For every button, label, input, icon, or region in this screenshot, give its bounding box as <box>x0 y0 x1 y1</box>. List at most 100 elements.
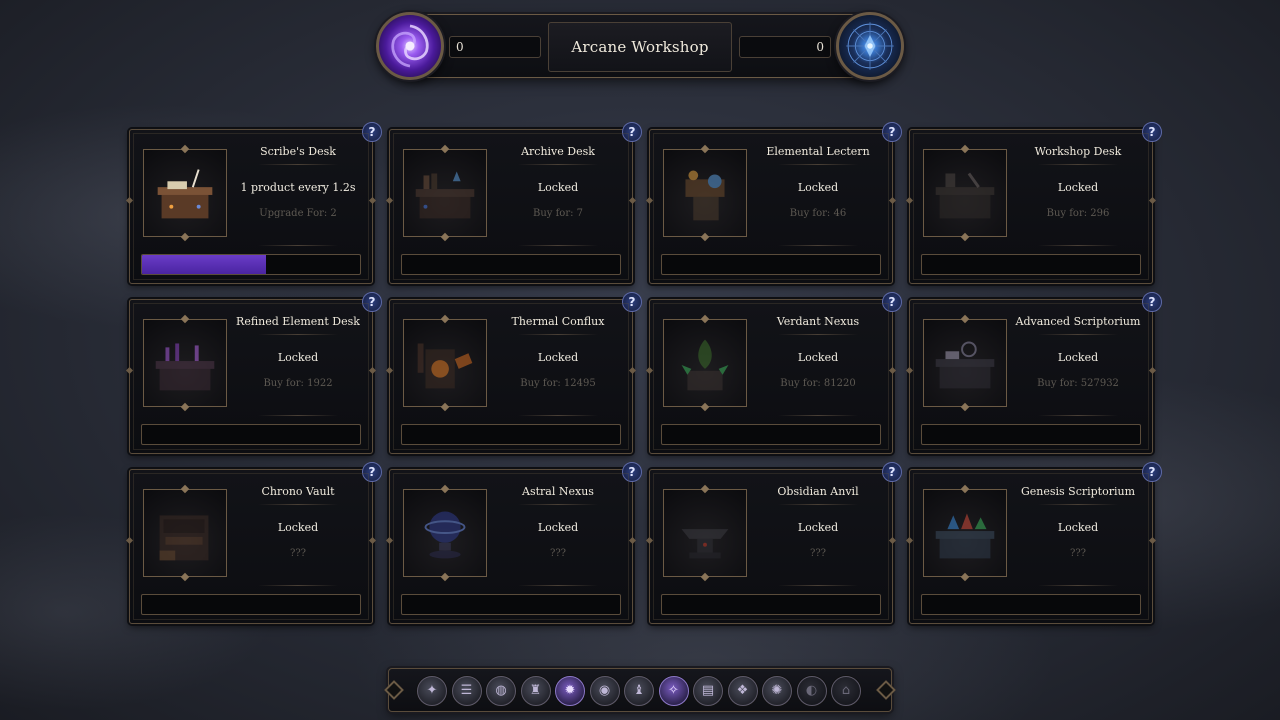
crystal-icon[interactable]: ✦ <box>417 676 447 706</box>
workstation-card[interactable]: Obsidian Anvil Locked???? <box>645 462 902 624</box>
card-title: Elemental Lectern <box>766 145 870 158</box>
frame-ornament <box>628 366 637 375</box>
left-resource-counter: 0 <box>449 36 541 58</box>
card-status: Locked <box>537 181 579 194</box>
divider <box>518 245 598 246</box>
divider <box>258 245 338 246</box>
divider <box>518 504 598 505</box>
progress-bar <box>141 424 361 445</box>
workstation-card[interactable]: Chrono Vault Locked???? <box>125 462 382 624</box>
moon-icon[interactable]: ◐ <box>796 676 827 706</box>
workstation-card[interactable]: Refined Element Desk Locked Buy for: 1922? <box>125 292 382 454</box>
progress-fill <box>142 255 267 274</box>
card-price: ??? <box>549 548 567 559</box>
nav-end-ornament <box>384 680 404 700</box>
frame-ornament <box>125 366 134 375</box>
help-icon[interactable]: ? <box>622 292 642 312</box>
card-title: Archive Desk <box>521 145 595 158</box>
elemental-lectern-icon <box>663 144 747 242</box>
card-title: Genesis Scriptorium <box>1020 485 1136 498</box>
verdant-nexus-icon <box>663 314 747 412</box>
frame-ornament <box>645 536 654 545</box>
workstation-card[interactable]: Advanced Scriptorium Locked Buy for: 52793… <box>905 292 1162 454</box>
card-status: Locked <box>797 181 839 194</box>
help-icon[interactable]: ? <box>622 122 642 142</box>
help-icon[interactable]: ? <box>1142 462 1162 482</box>
help-icon[interactable]: ? <box>882 462 902 482</box>
workstation-card[interactable]: Astral Nexus Locked???? <box>385 462 642 624</box>
divider <box>1038 415 1118 416</box>
frame-ornament <box>905 366 914 375</box>
tower-icon[interactable]: ♜ <box>520 676 551 706</box>
card-title: Chrono Vault <box>261 485 335 498</box>
workstation-card[interactable]: Archive Desk Locked Buy for: 7? <box>385 122 642 284</box>
compass-icon[interactable]: ✺ <box>762 676 792 706</box>
divider <box>258 334 338 335</box>
scroll-icon[interactable]: ☰ <box>451 676 482 706</box>
card-title: Workshop Desk <box>1034 145 1122 158</box>
divider <box>518 164 598 165</box>
spire-icon[interactable]: ♝ <box>624 676 654 706</box>
help-icon[interactable]: ? <box>882 292 902 312</box>
eye-icon[interactable]: ◉ <box>589 676 620 706</box>
flame-icon[interactable]: ✹ <box>555 676 585 706</box>
card-title: Verdant Nexus <box>776 315 860 328</box>
help-icon[interactable]: ? <box>362 122 382 142</box>
star-icon[interactable]: ✧ <box>658 676 689 706</box>
divider <box>778 504 858 505</box>
workshop-desk-icon <box>923 144 1007 242</box>
refined-element-desk-icon <box>143 314 227 412</box>
frame-ornament <box>905 196 914 205</box>
workstation-card[interactable]: Scribe's Desk 1 product every 1.2s Upgrade… <box>125 122 382 284</box>
frame-ornament <box>1148 366 1157 375</box>
card-status: Locked <box>277 351 319 364</box>
frame-ornament <box>368 366 377 375</box>
workstation-card[interactable]: Verdant Nexus Locked Buy for: 81220? <box>645 292 902 454</box>
card-status: Locked <box>537 521 579 534</box>
progress-bar <box>401 254 621 275</box>
obsidian-anvil-icon <box>663 484 747 582</box>
help-icon[interactable]: ? <box>362 292 382 312</box>
frame-ornament <box>1148 536 1157 545</box>
workstation-card[interactable]: Workshop Desk Locked Buy for: 296? <box>905 122 1162 284</box>
workstation-card[interactable]: Thermal Conflux Locked Buy for: 12495? <box>385 292 642 454</box>
workstation-card[interactable]: Elemental Lectern Locked Buy for: 46? <box>645 122 902 284</box>
card-price: Buy for: 527932 <box>1037 378 1119 389</box>
help-icon[interactable]: ? <box>1142 292 1162 312</box>
frame-ornament <box>888 536 897 545</box>
card-price: Upgrade For: 2 <box>259 208 337 219</box>
help-icon[interactable]: ? <box>622 462 642 482</box>
card-status: Locked <box>277 521 319 534</box>
gate-icon[interactable]: ⌂ <box>831 676 861 706</box>
card-title: Astral Nexus <box>522 485 594 498</box>
card-status: Locked <box>537 351 579 364</box>
frame-ornament <box>628 196 637 205</box>
tome-icon[interactable]: ▤ <box>693 676 723 706</box>
frame-ornament <box>645 366 654 375</box>
progress-bar <box>921 594 1141 615</box>
progress-bar <box>661 254 881 275</box>
genesis-scriptorium-icon <box>923 484 1007 582</box>
rune-icon[interactable]: ❖ <box>727 676 758 706</box>
divider <box>778 585 858 586</box>
card-price: Buy for: 46 <box>789 208 847 219</box>
card-price: Buy for: 7 <box>532 208 584 219</box>
workstation-card[interactable]: Genesis Scriptorium Locked???? <box>905 462 1162 624</box>
divider <box>1038 164 1118 165</box>
divider <box>258 164 338 165</box>
frame-ornament <box>385 366 394 375</box>
divider <box>518 334 598 335</box>
frame-ornament <box>385 536 394 545</box>
vortex-orb-icon[interactable] <box>376 12 444 80</box>
card-title: Refined Element Desk <box>236 315 360 328</box>
help-icon[interactable]: ? <box>882 122 902 142</box>
help-icon[interactable]: ? <box>362 462 382 482</box>
astral-compass-orb-icon[interactable] <box>836 12 904 80</box>
frame-ornament <box>385 196 394 205</box>
help-icon[interactable]: ? <box>1142 122 1162 142</box>
frame-ornament <box>888 366 897 375</box>
planet-icon[interactable]: ◍ <box>486 676 516 706</box>
divider <box>258 504 338 505</box>
chrono-vault-icon <box>143 484 227 582</box>
frame-ornament <box>645 196 654 205</box>
